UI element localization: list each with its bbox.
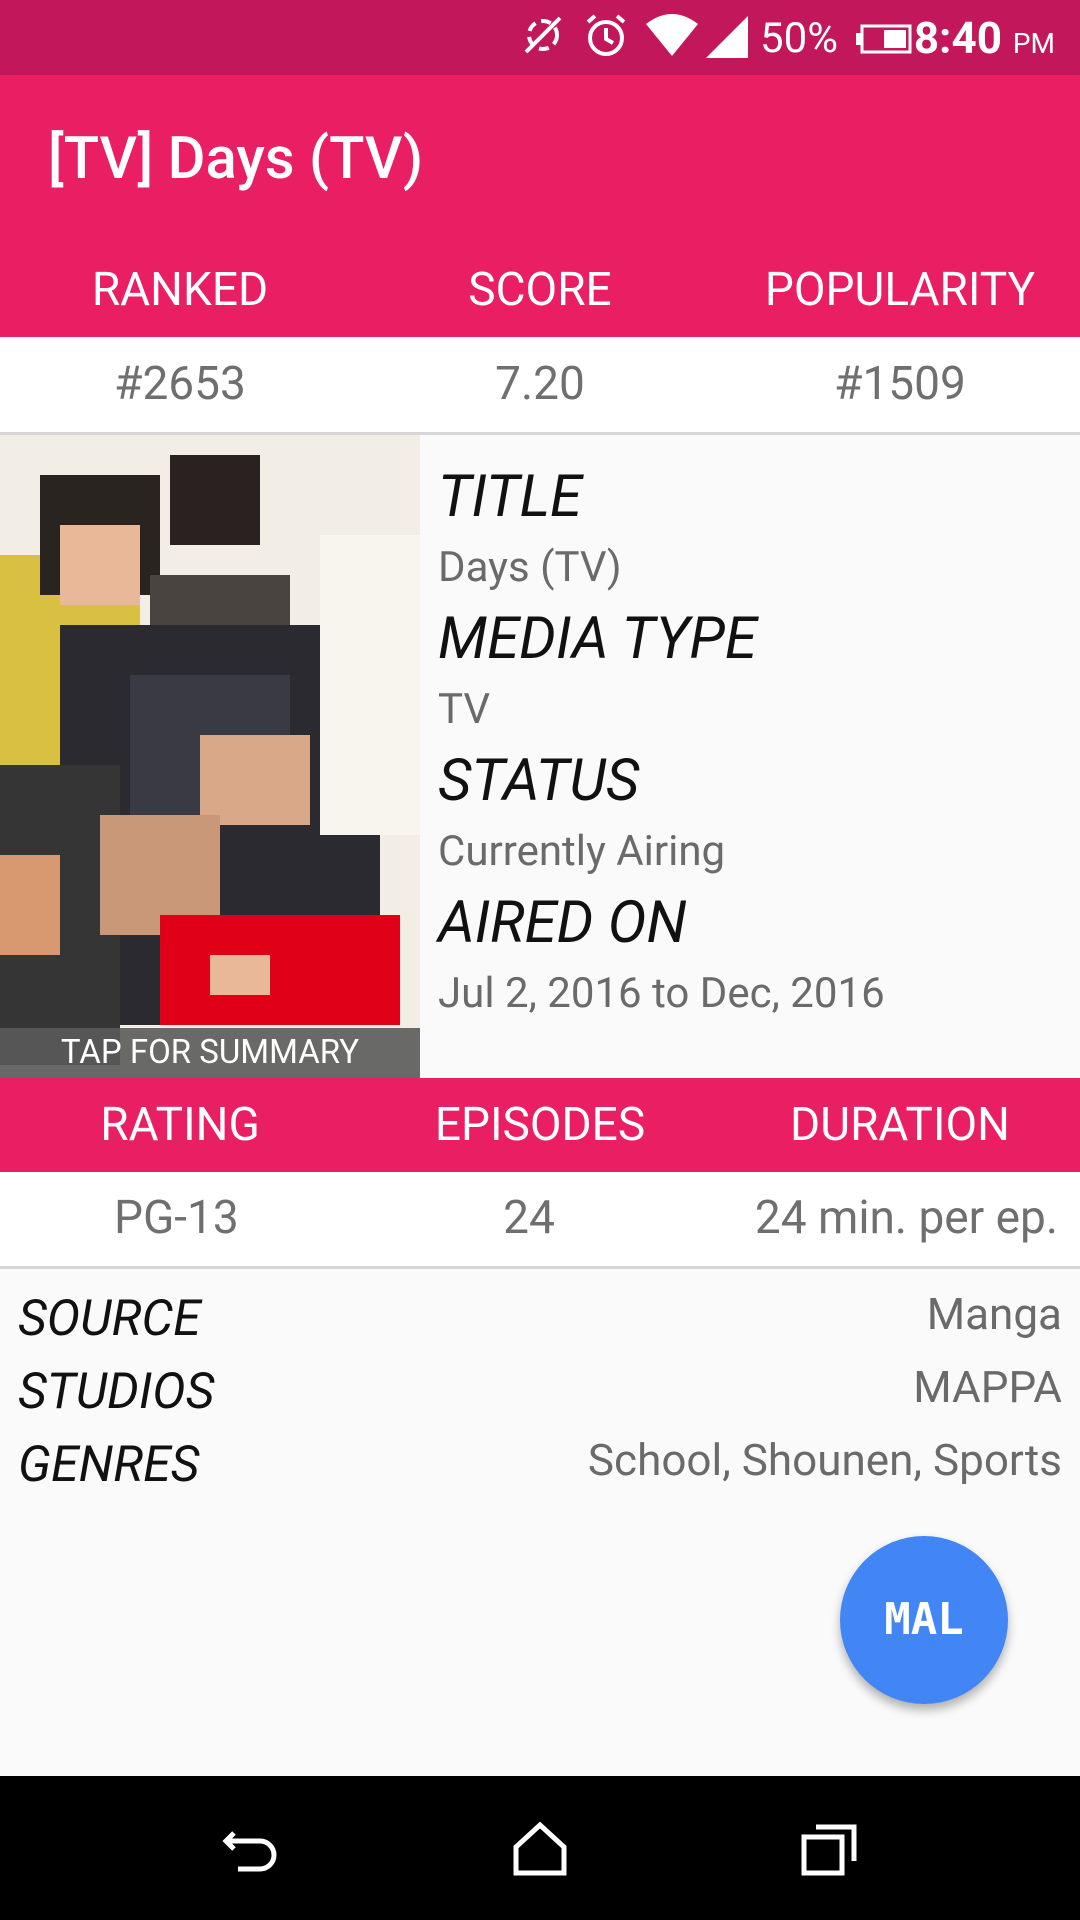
aired-on-label: AIRED ON bbox=[438, 889, 687, 957]
tap-for-summary-label: TAP FOR SUMMARY bbox=[0, 1028, 420, 1078]
stats-top-header: RANKED SCORE POPULARITY bbox=[0, 243, 1080, 337]
status-bar: 50% 8:40 PM bbox=[0, 0, 1080, 75]
stats-bottom-values: PG-13 24 24 min. per ep. bbox=[0, 1172, 1080, 1269]
source-label: SOURCE bbox=[18, 1290, 201, 1348]
stats-top-values: #2653 7.20 #1509 bbox=[0, 338, 1080, 435]
cell-signal-icon bbox=[706, 16, 748, 58]
title-label: TITLE bbox=[438, 463, 582, 531]
detail-row-source: SOURCE Manga bbox=[18, 1288, 1062, 1363]
source-value: Manga bbox=[926, 1288, 1062, 1340]
status-label: STATUS bbox=[438, 747, 640, 815]
mal-fab-button[interactable]: MAL bbox=[840, 1536, 1008, 1704]
app-bar: [TV] Days (TV) bbox=[0, 75, 1080, 243]
back-icon[interactable] bbox=[220, 1821, 284, 1877]
studios-value: MAPPA bbox=[913, 1361, 1062, 1413]
aired-on-value: Jul 2, 2016 to Dec, 2016 bbox=[438, 969, 885, 1018]
wifi-icon bbox=[646, 14, 698, 56]
media-type-label: MEDIA TYPE bbox=[438, 605, 757, 673]
ranked-header: RANKED bbox=[91, 263, 269, 317]
ranked-value: #2653 bbox=[114, 357, 246, 411]
popularity-header: POPULARITY bbox=[764, 263, 1036, 317]
poster-image[interactable]: TAP FOR SUMMARY bbox=[0, 435, 420, 1078]
duration-header: DURATION bbox=[790, 1098, 1010, 1152]
episodes-header: EPISODES bbox=[434, 1098, 646, 1152]
clock: 8:40 PM bbox=[914, 12, 1055, 64]
stats-bottom-header: RATING EPISODES DURATION bbox=[0, 1078, 1080, 1172]
score-header: SCORE bbox=[468, 263, 612, 317]
home-icon[interactable] bbox=[510, 1821, 570, 1877]
recent-apps-icon[interactable] bbox=[800, 1821, 860, 1877]
duration-value: 24 min. per ep. bbox=[754, 1191, 1059, 1245]
status-value: Currently Airing bbox=[438, 827, 726, 876]
studios-label: STUDIOS bbox=[18, 1363, 215, 1421]
clock-time: 8:40 bbox=[913, 12, 1002, 64]
details-list: SOURCE Manga STUDIOS MAPPA GENRES School… bbox=[18, 1288, 1062, 1509]
battery-percent: 50% bbox=[760, 14, 838, 63]
anime-info: TITLE Days (TV) MEDIA TYPE TV STATUS Cur… bbox=[438, 462, 1058, 1030]
detail-row-genres: GENRES School, Shounen, Sports bbox=[18, 1434, 1062, 1509]
detail-row-studios: STUDIOS MAPPA bbox=[18, 1361, 1062, 1436]
battery-icon bbox=[856, 24, 912, 54]
title-value: Days (TV) bbox=[438, 543, 622, 592]
genres-label: GENRES bbox=[18, 1436, 200, 1494]
popularity-value: #1509 bbox=[834, 357, 966, 411]
genres-value: School, Shounen, Sports bbox=[587, 1434, 1062, 1486]
clock-ampm: PM bbox=[1012, 27, 1055, 60]
media-type-value: TV bbox=[438, 685, 491, 734]
poster-artwork bbox=[0, 435, 420, 1078]
episodes-value: 24 bbox=[503, 1191, 555, 1245]
score-value: 7.20 bbox=[495, 357, 585, 411]
rating-header: RATING bbox=[100, 1098, 260, 1152]
system-nav-bar bbox=[0, 1776, 1080, 1920]
sync-disabled-icon bbox=[524, 16, 562, 54]
page-title: [TV] Days (TV) bbox=[48, 125, 424, 193]
rating-value: PG-13 bbox=[113, 1191, 239, 1245]
alarm-icon bbox=[586, 14, 626, 56]
